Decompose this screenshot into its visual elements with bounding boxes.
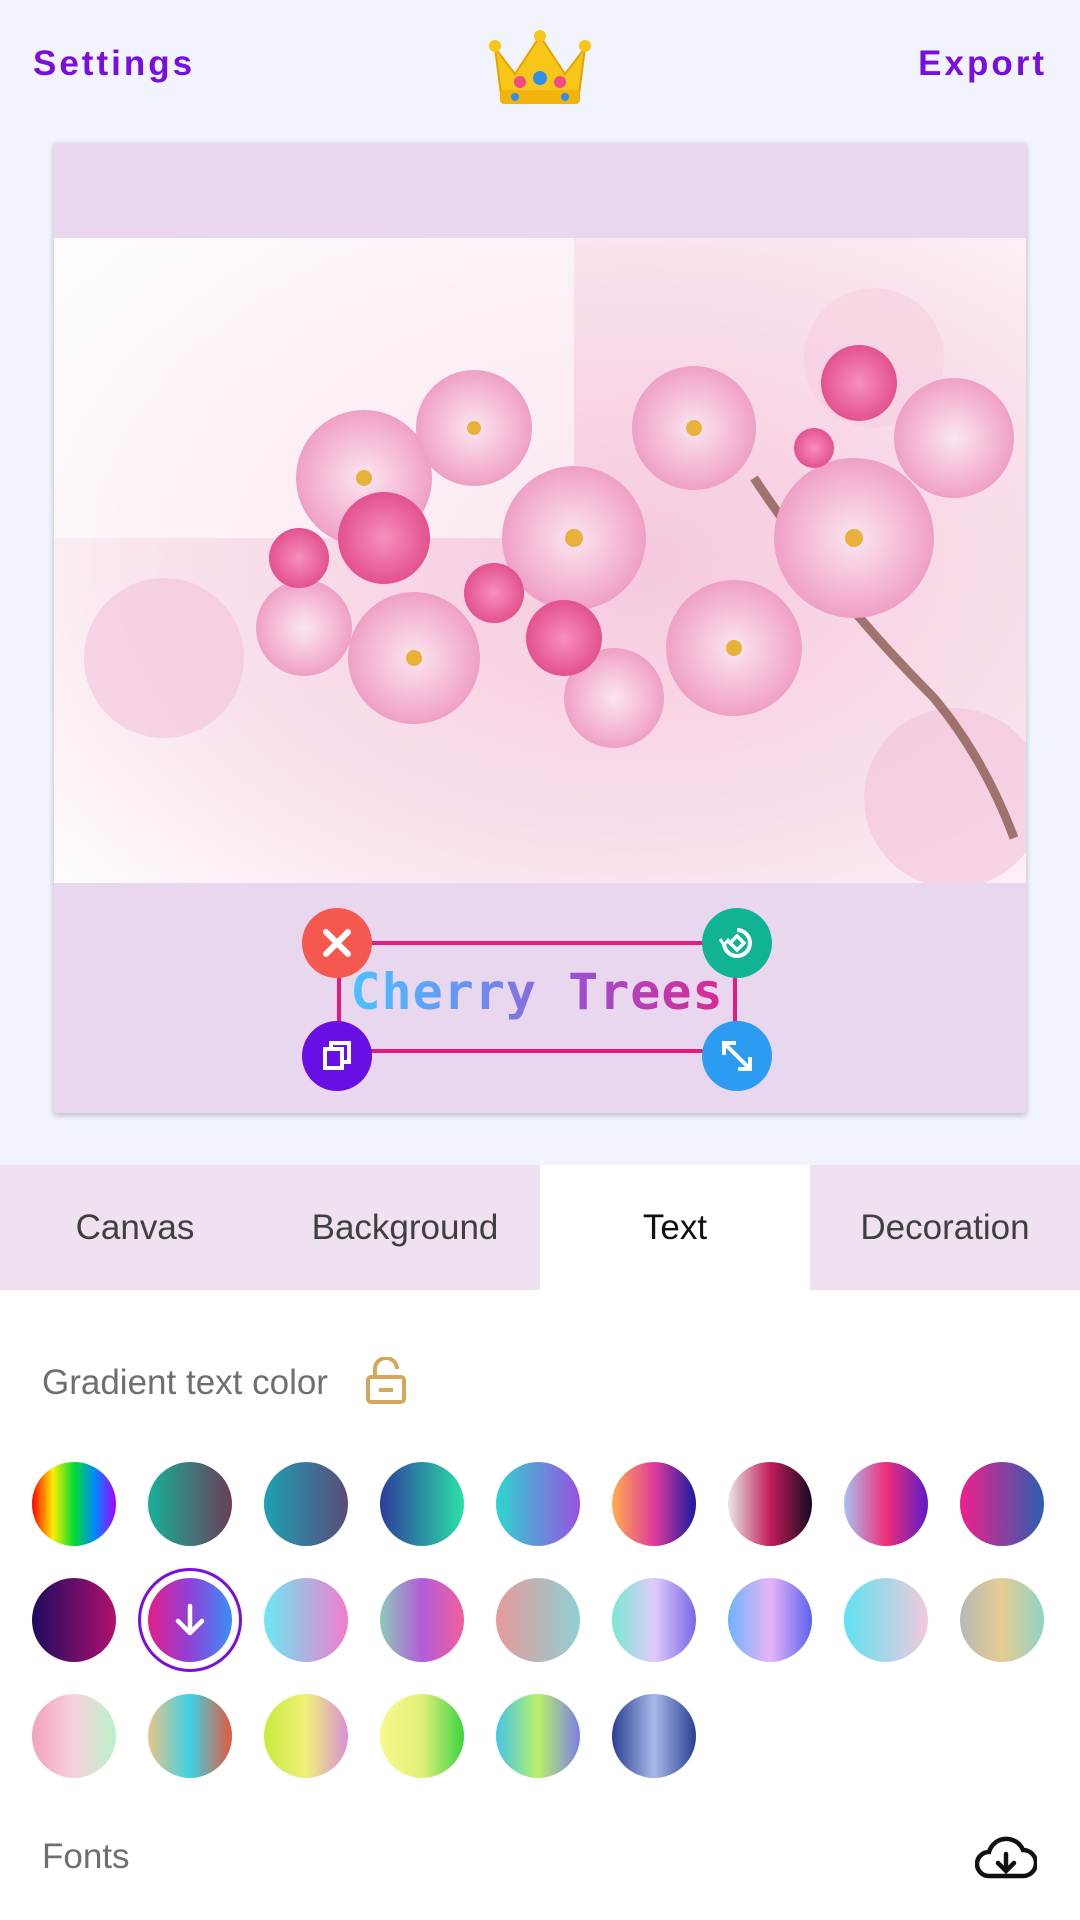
tab-background[interactable]: Background <box>270 1165 540 1290</box>
text-element-frame[interactable]: Cherry Trees <box>337 941 737 1053</box>
cherry-blossom-photo[interactable] <box>54 238 1026 883</box>
gradient-swatch-grid <box>32 1462 1062 1782</box>
gradient-swatch[interactable] <box>380 1694 464 1778</box>
gradient-swatch[interactable] <box>32 1578 116 1662</box>
gradient-swatch[interactable] <box>264 1694 348 1778</box>
gradient-swatch[interactable] <box>960 1578 1044 1662</box>
export-button[interactable]: Export <box>918 44 1047 84</box>
gradient-swatch[interactable] <box>264 1578 348 1662</box>
gradient-swatch[interactable] <box>728 1578 812 1662</box>
unlock-icon[interactable] <box>365 1356 407 1410</box>
rotate-icon[interactable] <box>702 908 772 978</box>
cloud-download-icon[interactable] <box>974 1832 1039 1889</box>
gradient-swatch[interactable] <box>264 1462 348 1546</box>
gradient-swatch[interactable] <box>844 1462 928 1546</box>
gradient-swatch[interactable] <box>380 1578 464 1662</box>
gradient-swatch[interactable] <box>32 1462 116 1546</box>
close-icon[interactable] <box>302 908 372 978</box>
arrow-down-icon <box>175 1603 205 1636</box>
gradient-swatch[interactable] <box>960 1462 1044 1546</box>
gradient-swatch[interactable] <box>496 1578 580 1662</box>
gradient-swatch[interactable] <box>148 1578 232 1662</box>
duplicate-icon[interactable] <box>302 1021 372 1091</box>
gradient-swatch[interactable] <box>844 1578 928 1662</box>
gradient-swatch[interactable] <box>148 1462 232 1546</box>
fonts-section-title: Fonts <box>42 1837 130 1876</box>
tab-decoration[interactable]: Decoration <box>810 1165 1080 1290</box>
gradient-swatch[interactable] <box>612 1694 696 1778</box>
gradient-swatch[interactable] <box>728 1462 812 1546</box>
editor-tabs: Canvas Background Text Decoration <box>0 1165 1080 1290</box>
canvas-text[interactable]: Cherry Trees <box>341 963 733 1021</box>
settings-button[interactable]: Settings <box>33 44 195 84</box>
crown-icon[interactable] <box>487 28 593 108</box>
tab-canvas[interactable]: Canvas <box>0 1165 270 1290</box>
resize-icon[interactable] <box>702 1021 772 1091</box>
tab-text[interactable]: Text <box>540 1165 810 1290</box>
gradient-swatch[interactable] <box>496 1694 580 1778</box>
editor-area: Settings Export Cherry Trees <box>0 0 1080 1165</box>
gradient-swatch[interactable] <box>496 1462 580 1546</box>
gradient-swatch[interactable] <box>380 1462 464 1546</box>
gradient-swatch[interactable] <box>612 1462 696 1546</box>
design-canvas[interactable]: Cherry Trees <box>54 143 1026 1113</box>
gradient-swatch[interactable] <box>612 1578 696 1662</box>
gradient-swatch[interactable] <box>32 1694 116 1778</box>
gradient-section-title: Gradient text color <box>42 1363 328 1402</box>
gradient-swatch[interactable] <box>148 1694 232 1778</box>
